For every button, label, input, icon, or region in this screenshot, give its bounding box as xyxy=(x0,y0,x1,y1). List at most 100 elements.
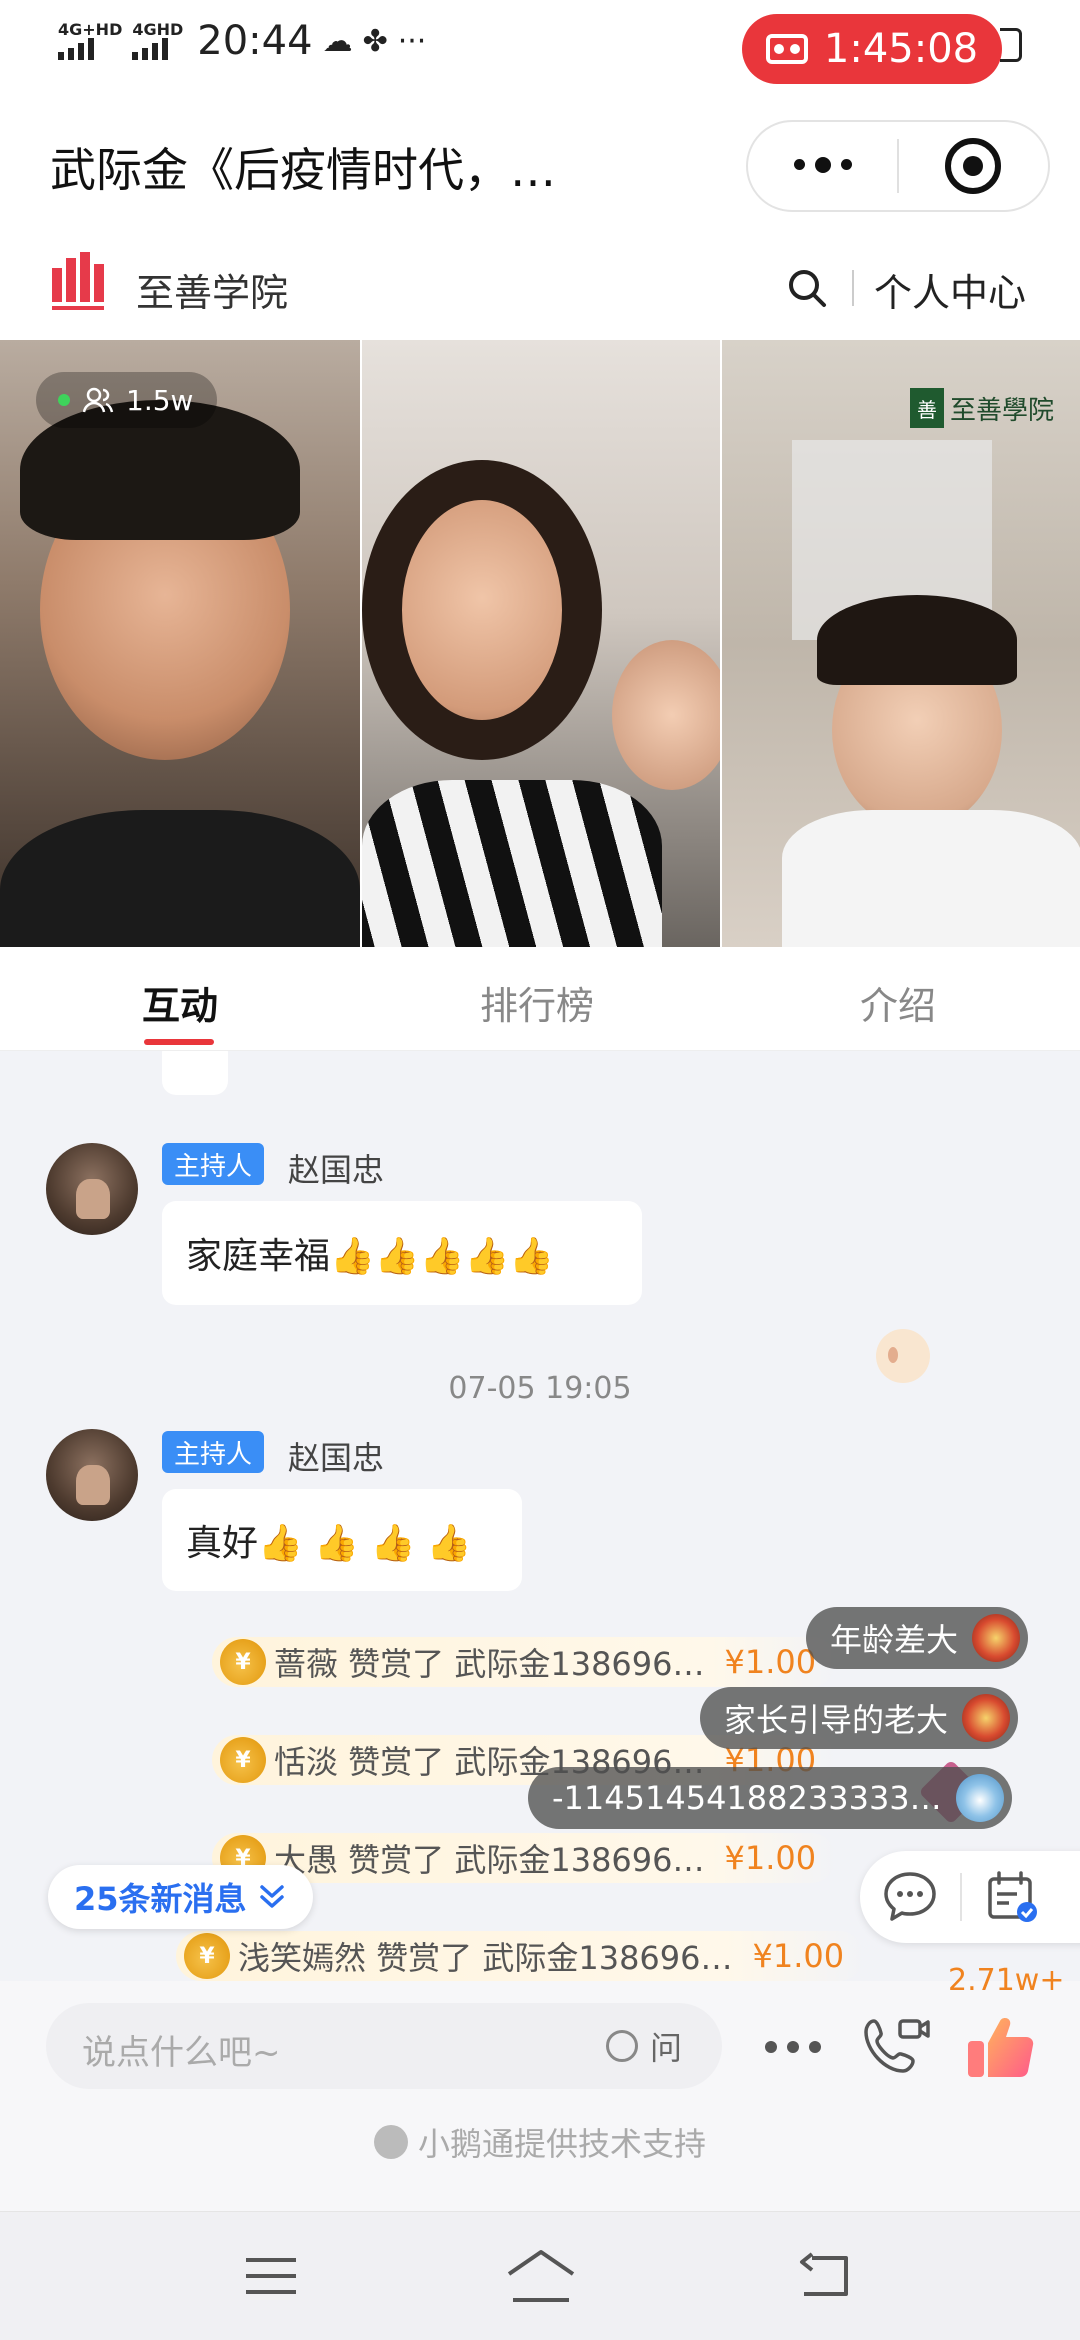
message-timestamp: 07-05 19:05 xyxy=(448,1371,632,1406)
double-chevron-down-icon xyxy=(259,1885,284,1908)
viewer-count-pill: 1.5w xyxy=(36,372,218,428)
guest2-hair xyxy=(817,595,1017,685)
video-tile-host[interactable]: 1.5w xyxy=(0,340,360,947)
sender-name: 赵国忠 xyxy=(288,1439,385,1477)
guest1-hair xyxy=(362,460,602,760)
home-icon[interactable] xyxy=(505,2248,577,2304)
schedule-button[interactable] xyxy=(962,1868,1062,1926)
signal-bars-icon xyxy=(58,38,94,60)
reward-text: 浅笑嫣然 赞赏了 武际金138696… xyxy=(238,1939,733,1977)
thumbs-up-like-icon[interactable] xyxy=(964,2007,1040,2083)
like-count: 2.71w+ xyxy=(948,1963,1065,1998)
menu-icon[interactable] xyxy=(244,2256,298,2296)
danmu-bubble: -11451454188233333… xyxy=(528,1767,1012,1829)
tab-bar: 互动 排行榜 介绍 xyxy=(0,947,1080,1051)
reward-amount: ¥1.00 xyxy=(724,1839,817,1877)
recording-timer-pill[interactable]: 1:45:08 xyxy=(742,14,1002,84)
divider xyxy=(852,270,854,306)
clock: 20:44 xyxy=(197,18,313,64)
reward-text: 大愚 赞赏了 武际金138696… xyxy=(274,1841,705,1879)
recorder-icon xyxy=(765,34,808,64)
system-navigation-bar xyxy=(0,2211,1080,2340)
video-tile-guest-1[interactable] xyxy=(360,340,720,947)
sim1-label: 4G+HD xyxy=(58,20,123,39)
child-face xyxy=(612,640,720,790)
reward-amount: ¥1.00 xyxy=(724,1643,817,1681)
tab-interaction[interactable]: 互动 xyxy=(142,975,218,1030)
chat-area[interactable]: 主持人 赵国忠 家庭幸福👍👍👍👍👍 07-05 19:05 主持人 赵国忠 真好… xyxy=(0,1051,1080,1981)
danmu-avatar xyxy=(962,1694,1011,1742)
brand-name: 至善学院 xyxy=(136,271,289,315)
danmu-avatar xyxy=(972,1614,1021,1662)
tech-support-footer: 小鹅通提供技术支持 xyxy=(0,2091,1080,2211)
input-bar: 说点什么吧~ 问 2.71w+ xyxy=(0,1963,1080,2091)
back-icon[interactable] xyxy=(796,2252,852,2300)
money-bag-icon: ¥ xyxy=(184,1933,230,1979)
more-options-button[interactable] xyxy=(748,157,897,173)
money-bag-icon: ¥ xyxy=(220,1737,266,1783)
recording-timer: 1:45:08 xyxy=(823,26,979,72)
new-messages-label: 25条新消息 xyxy=(74,1880,247,1918)
danmu-avatar xyxy=(955,1774,1004,1822)
xiaoe-logo-icon xyxy=(373,2125,408,2159)
tab-intro[interactable]: 介绍 xyxy=(860,975,936,1030)
more-actions-button[interactable] xyxy=(765,2041,821,2053)
ask-label: 问 xyxy=(650,2029,683,2067)
avatar[interactable] xyxy=(46,1429,138,1521)
search-icon[interactable] xyxy=(787,268,827,308)
comment-placeholder: 说点什么吧~ xyxy=(82,2033,281,2073)
more-status-icon: ··· xyxy=(397,23,427,59)
reward-notice: ¥ 大愚 赞赏了 武际金138696… ¥1.00 xyxy=(212,1833,837,1883)
host-shirt xyxy=(0,810,360,947)
comment-input[interactable]: 说点什么吧~ 问 xyxy=(46,2003,722,2089)
brand-bar: 至善学院 个人中心 xyxy=(0,240,1080,340)
watermark: 善 至善學院 xyxy=(909,388,1054,428)
users-icon xyxy=(82,387,114,413)
ask-toggle[interactable]: 问 xyxy=(606,2023,682,2069)
danmu-text: 年龄差大 xyxy=(830,1621,959,1659)
chat-bubble-button[interactable] xyxy=(860,1868,960,1926)
support-text: 小鹅通提供技术支持 xyxy=(417,2125,706,2163)
radio-icon xyxy=(606,2030,638,2062)
status-bar: 4G+HD 4GHD 20:44 ☁ ✤ ··· 1:45:08 xyxy=(0,0,1080,90)
calendar-check-icon xyxy=(988,1871,1037,1922)
active-tab-indicator xyxy=(144,1039,214,1045)
danmu-text: -11451454188233333… xyxy=(552,1779,942,1817)
previous-message-bubble xyxy=(162,1051,228,1095)
reward-amount: ¥1.00 xyxy=(752,1937,845,1975)
target-icon xyxy=(945,138,1002,194)
chat-message[interactable]: 家庭幸福👍👍👍👍👍 xyxy=(162,1201,642,1305)
signal-sim2: 4GHD xyxy=(132,22,183,60)
danmu-text: 家长引导的老大 xyxy=(724,1701,949,1739)
page-title: 武际金《后疫情时代，… xyxy=(50,143,556,197)
avatar[interactable] xyxy=(46,1143,138,1235)
close-mini-program-button[interactable] xyxy=(899,138,1048,194)
watermark-mark: 善 xyxy=(909,388,944,428)
live-dot-icon xyxy=(58,394,70,406)
brand-logo-icon xyxy=(52,252,104,310)
cloud-icon: ☁ xyxy=(322,23,353,59)
money-bag-icon: ¥ xyxy=(220,1639,266,1685)
title-bar: 武际金《后疫情时代，… xyxy=(0,100,1080,220)
guest2-shirt xyxy=(782,810,1080,947)
guest1-shirt xyxy=(362,780,662,947)
fan-icon: ✤ xyxy=(362,23,388,59)
new-messages-button[interactable]: 25条新消息 xyxy=(48,1865,313,1929)
chat-message[interactable]: 真好👍 👍 👍 👍 xyxy=(162,1489,522,1591)
video-tile-guest-2[interactable]: 善 至善學院 xyxy=(720,340,1080,947)
live-video[interactable]: 1.5w 善 至善學院 xyxy=(0,340,1080,947)
reward-text: 蔷薇 赞赏了 武际金138696… xyxy=(274,1645,705,1683)
status-left: 4G+HD 4GHD 20:44 ☁ ✤ ··· xyxy=(58,18,426,64)
danmu-bubble: 家长引导的老大 xyxy=(700,1687,1019,1749)
danmu-bubble: 年龄差大 xyxy=(806,1607,1029,1669)
host-badge: 主持人 xyxy=(162,1143,265,1185)
battery-icon xyxy=(1000,28,1022,62)
watermark-text: 至善學院 xyxy=(949,395,1054,426)
tab-ranking[interactable]: 排行榜 xyxy=(480,975,594,1030)
side-tools xyxy=(860,1851,1080,1943)
video-call-icon[interactable] xyxy=(860,2015,932,2079)
chat-bubble-icon xyxy=(884,1872,936,1921)
sender-name: 赵国忠 xyxy=(288,1151,385,1189)
reward-notice: ¥ 蔷薇 赞赏了 武际金138696… ¥1.00 xyxy=(212,1637,837,1687)
personal-center-link[interactable]: 个人中心 xyxy=(874,262,1026,317)
